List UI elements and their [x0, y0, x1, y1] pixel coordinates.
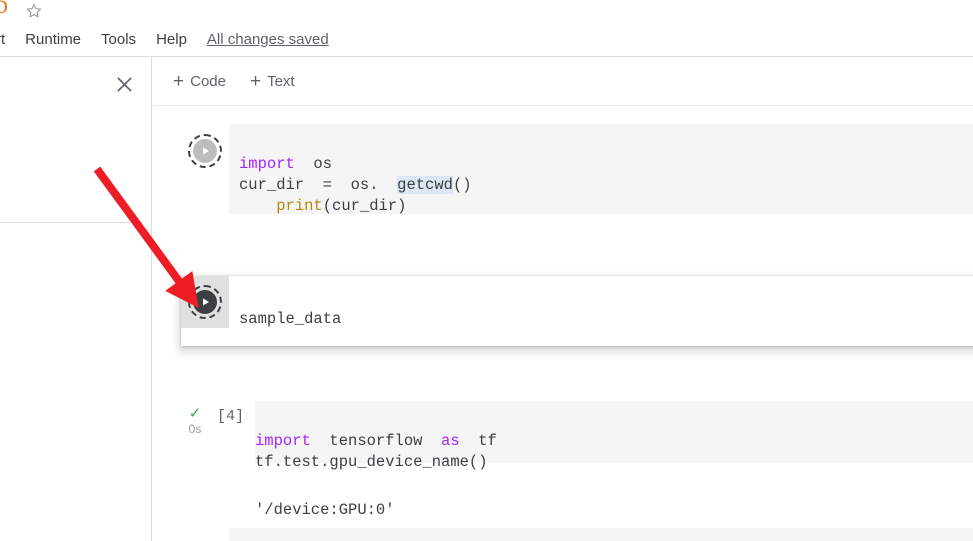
menu-item-help[interactable]: Help: [146, 29, 197, 50]
cell-gutter: [181, 276, 229, 328]
notebook-body: import os cur_dir = os. getcwd() print(c…: [153, 106, 973, 541]
colab-logo: D: [0, 0, 8, 18]
menu-item-runtime[interactable]: Runtime: [15, 29, 91, 50]
execution-count-label: [4]: [217, 408, 245, 425]
code-text: (): [452, 176, 472, 194]
menu-item-insert[interactable]: rt: [0, 29, 15, 50]
code-editor[interactable]: import os cur_dir = os. getcwd() print(c…: [229, 124, 973, 215]
code-text: tf: [459, 432, 497, 450]
menu-bar: rt Runtime Tools Help All changes saved: [0, 24, 973, 54]
plus-icon: +: [173, 70, 185, 92]
plus-icon: +: [249, 70, 262, 92]
code-keyword-import: import: [239, 155, 295, 173]
code-text: os: [294, 155, 333, 173]
cell-output: sample_data: [229, 276, 973, 346]
play-circle-icon[interactable]: [188, 285, 222, 319]
code-cell-ls-active: !ls sample_data: [181, 276, 973, 346]
code-highlight-getcwd: getcwd: [397, 176, 453, 194]
code-cell-import-os: import os cur_dir = os. getcwd() print(c…: [181, 124, 973, 215]
notebook-toolbar: + Code + Text: [153, 57, 973, 106]
menu-item-tools[interactable]: Tools: [91, 29, 146, 50]
title-bar: D: [0, 0, 973, 22]
code-keyword-as: as: [441, 432, 460, 450]
add-code-cell-label: Code: [190, 72, 226, 90]
add-text-cell-button[interactable]: + Text: [250, 72, 295, 91]
code-editor[interactable]: import tensorflow as tf tf.test.gpu_devi…: [255, 401, 973, 471]
run-disc: [193, 139, 217, 163]
save-status-link[interactable]: All changes saved: [207, 31, 329, 48]
code-keyword-import: import: [255, 432, 311, 450]
code-text: tensorflow: [310, 432, 442, 450]
code-editor[interactable]: [229, 528, 973, 541]
code-function-print: print: [276, 197, 323, 215]
output-text: sample_data: [239, 310, 342, 328]
side-panel-divider: [0, 222, 143, 223]
left-side-panel: [0, 57, 152, 541]
execution-time: 0s: [188, 422, 202, 436]
code-text: cur_dir = os.: [239, 176, 398, 194]
close-icon[interactable]: [110, 70, 138, 98]
add-text-cell-label: Text: [267, 72, 295, 90]
code-text: tf.test.gpu_device_name(): [255, 453, 488, 471]
code-cell-tensorflow: ✓ 0s [4] import tensorflow as tf tf.test…: [181, 401, 973, 531]
success-check-icon: ✓: [188, 405, 202, 422]
run-disc: [193, 290, 217, 314]
output-text: '/device:GPU:0': [255, 501, 395, 519]
add-code-cell-button[interactable]: + Code: [173, 72, 226, 91]
play-circle-icon[interactable]: [188, 134, 222, 168]
code-cell-partial-next: [181, 528, 973, 541]
cell-gutter: [181, 124, 229, 168]
star-icon[interactable]: [25, 2, 43, 20]
execution-indicator: ✓ 0s: [181, 401, 209, 436]
code-text: (cur_dir): [322, 197, 407, 215]
cell-output: '/device:GPU:0': [255, 471, 973, 529]
